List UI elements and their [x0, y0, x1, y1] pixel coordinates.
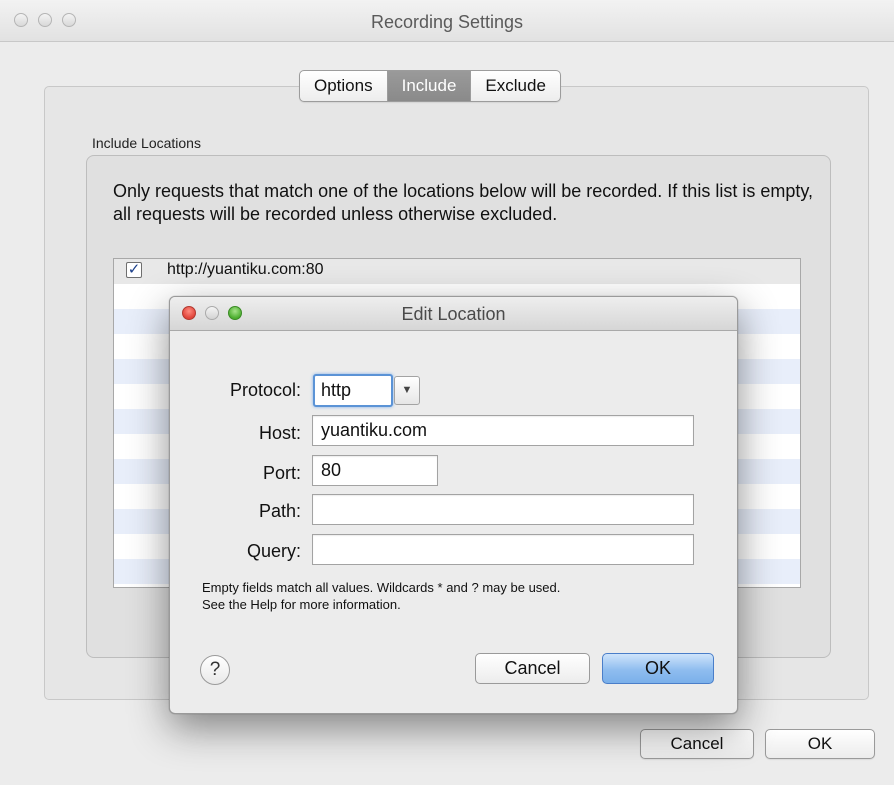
tab-exclude[interactable]: Exclude	[471, 71, 559, 101]
hint-line-2: See the Help for more information.	[202, 597, 401, 612]
list-item[interactable]: ✓ http://yuantiku.com:80	[114, 259, 800, 284]
tab-include[interactable]: Include	[387, 71, 472, 101]
cancel-button[interactable]: Cancel	[640, 729, 754, 759]
dialog-ok-button[interactable]: OK	[602, 653, 714, 684]
wildcard-hint: Empty fields match all values. Wildcards…	[202, 579, 560, 613]
ok-button[interactable]: OK	[765, 729, 875, 759]
protocol-label: Protocol:	[229, 380, 301, 400]
location-enabled-checkbox[interactable]: ✓	[126, 262, 142, 278]
edit-location-dialog: Edit Location Protocol: http ▼ Host: yua…	[169, 296, 738, 714]
protocol-select[interactable]: http	[313, 374, 393, 407]
host-input[interactable]: yuantiku.com	[312, 415, 694, 446]
query-input[interactable]	[312, 534, 694, 565]
query-label: Query:	[246, 541, 301, 561]
dialog-title: Edit Location	[401, 304, 506, 324]
include-locations-label: Include Locations	[92, 135, 201, 151]
location-url: http://yuantiku.com:80	[167, 261, 324, 278]
dialog-titlebar: Edit Location	[170, 297, 737, 331]
path-input[interactable]	[312, 494, 694, 525]
window-title: Recording Settings	[370, 12, 524, 32]
window-titlebar: Recording Settings	[0, 0, 894, 42]
port-input[interactable]: 80	[312, 455, 438, 486]
include-description: Only requests that match one of the loca…	[113, 181, 813, 224]
hint-line-1: Empty fields match all values. Wildcards…	[202, 580, 561, 595]
chevron-down-icon[interactable]: ▼	[394, 376, 420, 405]
tab-options[interactable]: Options	[300, 71, 388, 101]
segmented-tabs: Options Include Exclude	[299, 70, 561, 102]
path-label: Path:	[258, 501, 301, 521]
host-label: Host:	[258, 423, 301, 443]
dialog-cancel-button[interactable]: Cancel	[475, 653, 590, 684]
port-label: Port:	[262, 463, 301, 483]
help-button[interactable]: ?	[200, 655, 230, 685]
